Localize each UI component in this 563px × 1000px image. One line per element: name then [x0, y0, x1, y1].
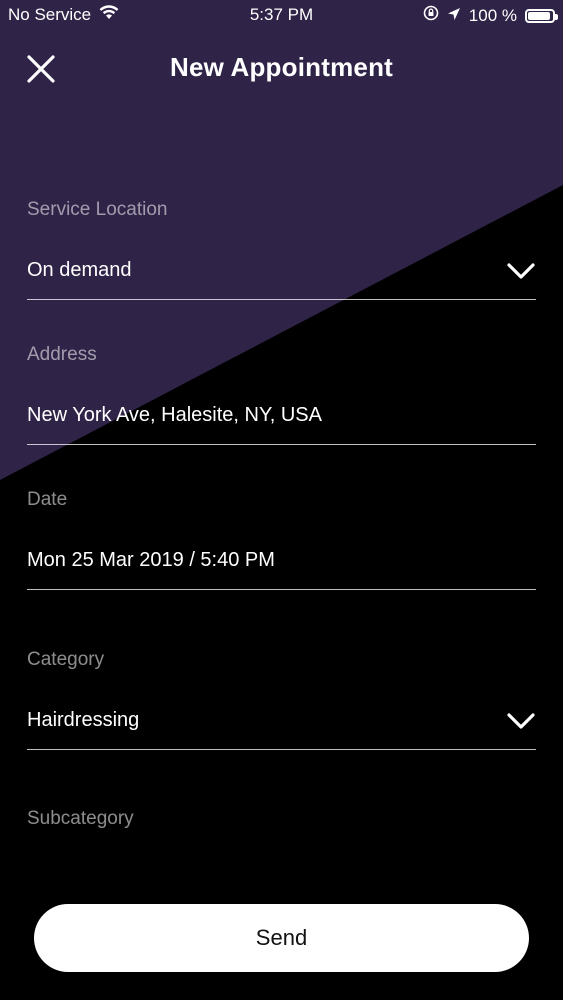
date-label: Date	[27, 489, 68, 510]
service-location-label: Service Location	[27, 199, 168, 220]
battery-icon	[525, 8, 558, 23]
chevron-down-icon[interactable]	[506, 261, 536, 281]
address-input[interactable]: New York Ave, Halesite, NY, USA	[27, 400, 536, 445]
category-value: Hairdressing	[27, 709, 140, 731]
date-field: Date Mon 25 Mar 2019 / 5:40 PM	[27, 485, 536, 590]
address-field: Address New York Ave, Halesite, NY, USA	[27, 340, 536, 445]
send-button[interactable]: Send	[34, 904, 529, 972]
chevron-down-icon[interactable]	[506, 711, 536, 731]
service-location-select[interactable]: On demand	[27, 255, 536, 300]
page-title: New Appointment	[169, 52, 394, 82]
location-arrow-icon	[447, 6, 461, 26]
battery-fill	[528, 11, 550, 20]
status-bar: No Service 5:37 PM 100 %	[0, 0, 563, 30]
battery-percent: 100 %	[468, 5, 517, 25]
subcategory-label[interactable]: Subcategory	[27, 804, 536, 834]
date-picker[interactable]: Mon 25 Mar 2019 / 5:40 PM	[27, 545, 536, 590]
service-location-field: Service Location On demand	[27, 195, 536, 300]
category-field: Category Hairdressing	[27, 645, 536, 750]
category-select[interactable]: Hairdressing	[27, 705, 536, 750]
date-value: Mon 25 Mar 2019 / 5:40 PM	[27, 549, 275, 571]
category-label: Category	[27, 649, 105, 670]
orientation-lock-icon	[423, 5, 439, 26]
address-value: New York Ave, Halesite, NY, USA	[27, 404, 322, 426]
header: New Appointment	[0, 40, 563, 96]
status-right: 100 %	[423, 5, 558, 26]
subcategory-field: Subcategory	[27, 804, 536, 834]
service-location-value: On demand	[27, 259, 132, 281]
address-label: Address	[27, 344, 97, 365]
